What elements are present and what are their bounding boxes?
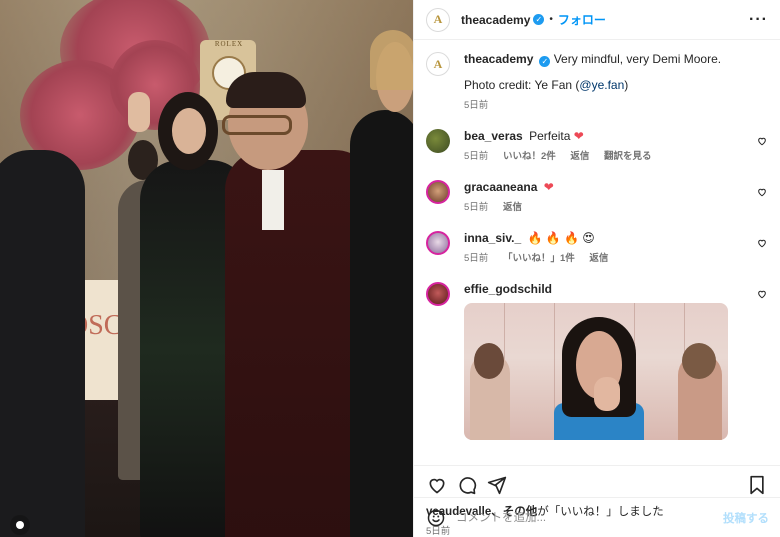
like-heart-icon[interactable]: [426, 474, 448, 496]
account-username[interactable]: theacademy: [461, 13, 530, 27]
comment-username[interactable]: effie_godschild: [464, 282, 552, 296]
like-comment-heart-icon[interactable]: [756, 288, 768, 300]
comment-item: bea_veras Perfeita ❤ 5日前 いいね！2件 返信 翻訳を見る: [426, 129, 768, 164]
post-header: A theacademy ✓ • フォロー ···: [414, 0, 780, 40]
comment-avatar[interactable]: [426, 129, 450, 153]
comment-likes[interactable]: 「いいね！」1件: [503, 253, 575, 264]
comments-list[interactable]: A theacademy ✓ Very mindful, very Demi Mo…: [414, 40, 780, 465]
photo-face-woman: [172, 108, 206, 154]
comment-username[interactable]: inna_siv._: [464, 231, 521, 245]
photo-shirt: [262, 170, 284, 230]
caption-username[interactable]: theacademy: [464, 52, 533, 66]
comment-avatar[interactable]: [426, 231, 450, 255]
comment-reply-button[interactable]: 返信: [503, 202, 522, 213]
comment-gif[interactable]: [464, 303, 728, 440]
header-separator: •: [549, 14, 553, 25]
verified-badge-icon: ✓: [533, 14, 545, 25]
emoji-smiley-icon[interactable]: [426, 508, 446, 528]
comment-item: gracaaneana ❤ 5日前 返信: [426, 180, 768, 215]
photo-glasses: [222, 115, 292, 135]
user-icon: [16, 521, 24, 529]
caption-time[interactable]: 5日前: [464, 100, 488, 111]
photo-hair-man: [226, 72, 306, 108]
comment-likes[interactable]: いいね！2件: [503, 151, 556, 162]
post-comment-button[interactable]: 投稿する: [723, 510, 769, 526]
photo-brand-text: ROLEX: [214, 40, 244, 48]
like-comment-heart-icon[interactable]: [756, 135, 768, 147]
comment-username[interactable]: gracaaneana: [464, 180, 537, 194]
photo-waving-hand: [128, 92, 150, 132]
comment-reply-button[interactable]: 返信: [570, 151, 589, 162]
like-comment-heart-icon[interactable]: [756, 237, 768, 249]
post-side-panel: A theacademy ✓ • フォロー ··· A theacademy ✓ …: [413, 0, 780, 537]
red-heart-emoji: ❤: [543, 180, 554, 194]
comment-composer: 投稿する: [414, 497, 780, 537]
share-send-icon[interactable]: [486, 474, 508, 496]
comment-item: inna_siv._ 🔥 🔥 🔥 😍 5日前 「いいね！」1件 返信: [426, 231, 768, 266]
post-dialog: ROLEX OSC A theacademy ✓ • フォロー ··· A th…: [0, 0, 780, 537]
comment-item: effie_godschild: [426, 282, 768, 440]
caption-credit-suffix: ): [624, 78, 629, 92]
caption-credit-link[interactable]: @ye.fan: [579, 78, 624, 92]
photo-figure-left-man: [0, 150, 85, 537]
post-photo[interactable]: ROLEX OSC: [0, 0, 413, 537]
caption: A theacademy ✓ Very mindful, very Demi Mo…: [426, 52, 768, 113]
like-comment-heart-icon[interactable]: [756, 186, 768, 198]
comment-time[interactable]: 5日前: [464, 253, 488, 264]
comment-input[interactable]: [456, 511, 723, 524]
comment-avatar[interactable]: [426, 282, 450, 306]
comment-translate-button[interactable]: 翻訳を見る: [604, 151, 652, 162]
account-avatar[interactable]: A: [426, 7, 450, 32]
comment-time[interactable]: 5日前: [464, 151, 488, 162]
caption-avatar[interactable]: A: [426, 52, 450, 76]
gif-main-person-hand: [594, 377, 620, 411]
bookmark-save-icon[interactable]: [746, 474, 768, 496]
follow-button[interactable]: フォロー: [558, 11, 606, 28]
more-options-icon[interactable]: ···: [749, 11, 768, 29]
caption-credit-prefix: Photo credit: Ye Fan (: [464, 78, 580, 92]
comment-text: Perfeita: [529, 129, 571, 143]
comment-bubble-icon[interactable]: [456, 474, 478, 496]
fire-emoji: 🔥 🔥 🔥 😍: [527, 231, 595, 245]
photo-hair-right-woman: [370, 30, 413, 90]
comment-avatar[interactable]: [426, 180, 450, 204]
tagged-users-button[interactable]: [10, 515, 30, 535]
photo-figure-right-woman: [350, 110, 413, 537]
verified-badge-icon: ✓: [539, 56, 551, 67]
caption-text: Very mindful, very Demi Moore.: [553, 52, 722, 66]
red-heart-emoji: ❤: [573, 129, 584, 143]
comment-time[interactable]: 5日前: [464, 202, 488, 213]
comment-reply-button[interactable]: 返信: [589, 253, 608, 264]
gif-person-head: [682, 343, 716, 379]
gif-person-head: [474, 343, 504, 379]
comment-username[interactable]: bea_veras: [464, 129, 523, 143]
